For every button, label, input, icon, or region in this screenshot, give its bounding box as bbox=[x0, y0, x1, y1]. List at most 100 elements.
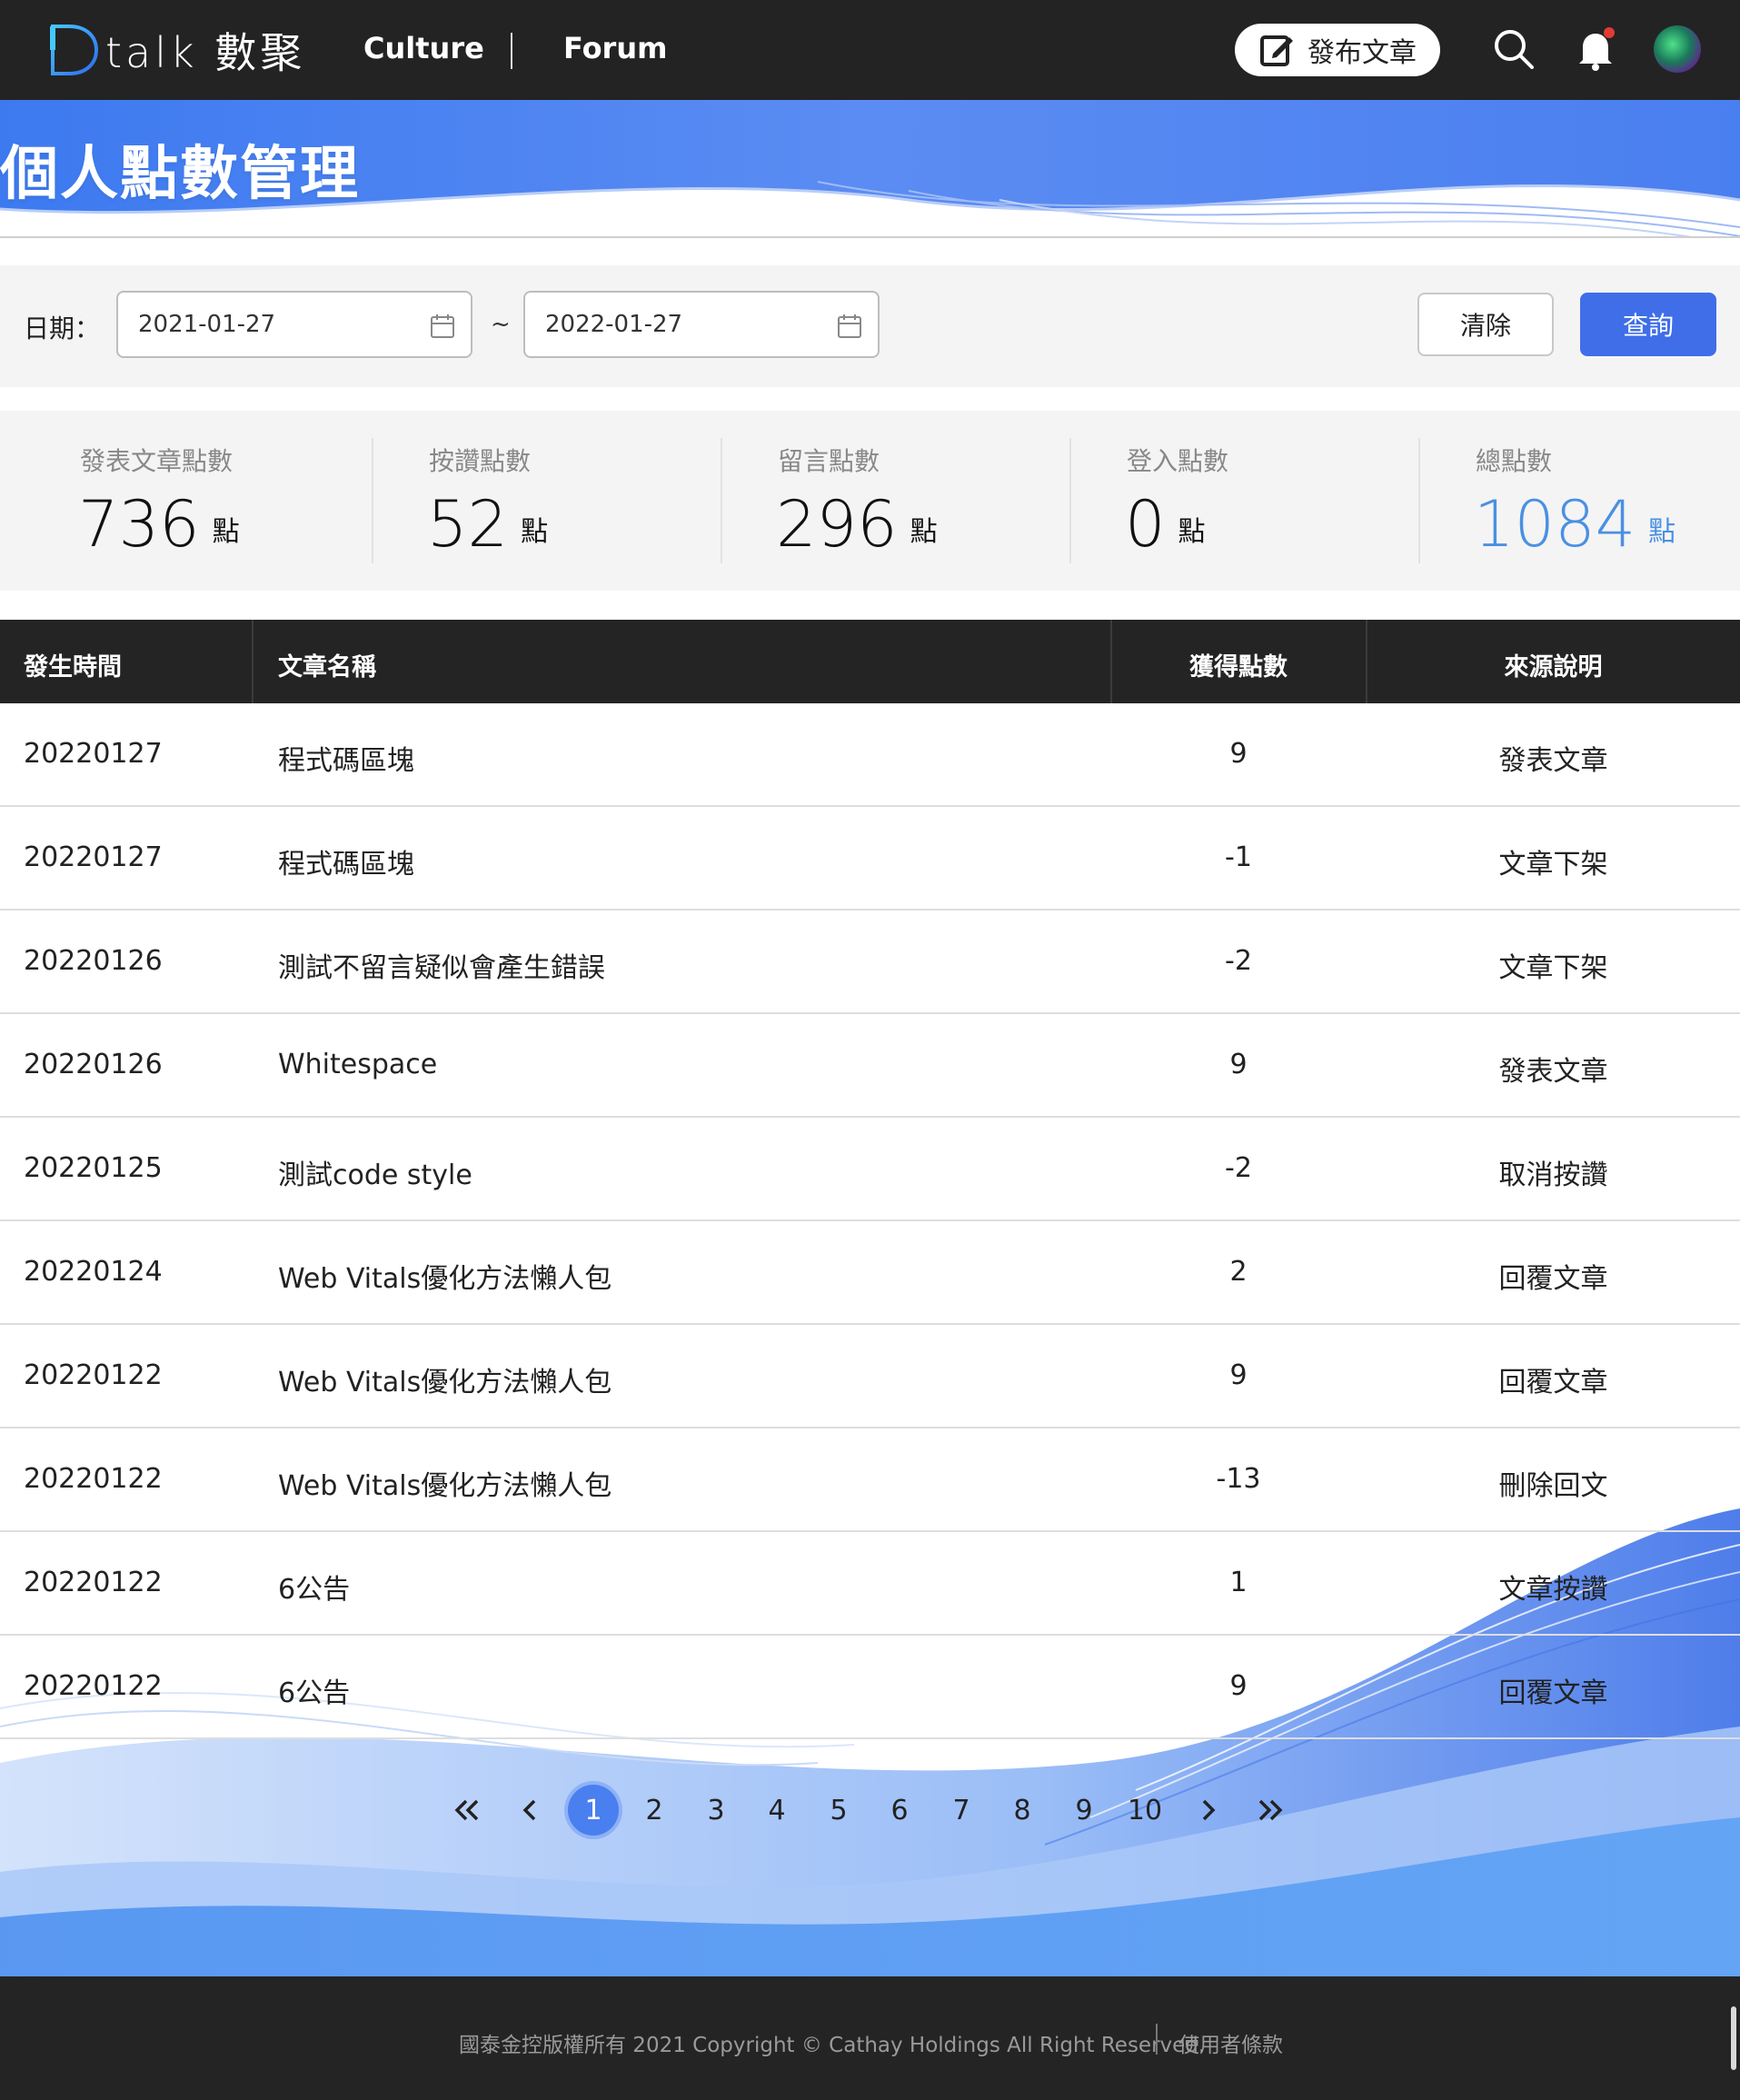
search-icon[interactable] bbox=[1490, 25, 1537, 73]
cell-source: 文章按讚 bbox=[1498, 1574, 1608, 1606]
stat-unit: 點 bbox=[212, 516, 240, 548]
table-row: 20220124 Web Vitals優化方法懶人包 2 回覆文章 bbox=[0, 1221, 1740, 1325]
stat-unit: 點 bbox=[1178, 516, 1206, 548]
logo-text: talk 數聚 bbox=[105, 28, 306, 77]
stat-label: 總點數 bbox=[1476, 446, 1553, 476]
cell-article-title[interactable]: Whitespace bbox=[278, 1049, 437, 1080]
table-row: 20220126 Whitespace 9 發表文章 bbox=[0, 1014, 1740, 1118]
header-divider bbox=[252, 620, 254, 703]
header-date: 發生時間 bbox=[24, 653, 122, 682]
cell-article-title[interactable]: 程式碼區塊 bbox=[278, 738, 414, 778]
cell-article-title[interactable]: 6公告 bbox=[278, 1567, 350, 1607]
cell-source: 回覆文章 bbox=[1498, 1263, 1608, 1295]
clear-button[interactable]: 清除 bbox=[1417, 293, 1554, 356]
page-button-10[interactable]: 10 bbox=[1119, 1785, 1170, 1836]
bell-icon[interactable] bbox=[1572, 25, 1619, 73]
query-button[interactable]: 查詢 bbox=[1580, 293, 1716, 356]
cell-date: 20220125 bbox=[24, 1152, 163, 1184]
page-button-3[interactable]: 3 bbox=[691, 1785, 741, 1836]
cell-points: 9 bbox=[1229, 1049, 1248, 1080]
stat-unit: 點 bbox=[910, 516, 938, 548]
next-page-button[interactable] bbox=[1182, 1785, 1233, 1836]
stat-like-points: 按讚點數 52 點 bbox=[349, 411, 698, 591]
nav-divider bbox=[511, 33, 512, 69]
page-button-2[interactable]: 2 bbox=[629, 1785, 680, 1836]
terms-of-use-link[interactable]: 使用者條款 bbox=[1178, 2027, 1283, 2058]
page-button-1[interactable]: 1 bbox=[568, 1785, 619, 1836]
stat-label: 登入點數 bbox=[1127, 446, 1229, 476]
page-button-7[interactable]: 7 bbox=[936, 1785, 987, 1836]
table-row: 20220127 程式碼區塊 -1 文章下架 bbox=[0, 807, 1740, 911]
talk-logo[interactable]: talk 數聚 bbox=[47, 20, 305, 80]
stat-total-points: 總點數 1084 點 bbox=[1396, 411, 1740, 591]
cell-points: -1 bbox=[1225, 841, 1252, 873]
cell-points: 9 bbox=[1229, 738, 1248, 770]
cell-article-title[interactable]: 測試code style bbox=[278, 1152, 472, 1192]
stat-value-wrap: 1084 點 bbox=[1474, 487, 1675, 562]
pagination: 1 2 3 4 5 6 7 8 9 10 bbox=[0, 1783, 1740, 1837]
cell-source: 發表文章 bbox=[1498, 1056, 1608, 1088]
page-button-8[interactable]: 8 bbox=[997, 1785, 1048, 1836]
previous-page-button[interactable] bbox=[505, 1785, 556, 1836]
post-article-button[interactable]: 發布文章 bbox=[1235, 24, 1440, 76]
calendar-icon[interactable] bbox=[836, 313, 863, 340]
header-source: 來源說明 bbox=[1504, 653, 1603, 682]
stat-value-wrap: 52 點 bbox=[427, 487, 548, 562]
cell-article-title[interactable]: 程式碼區塊 bbox=[278, 841, 414, 881]
user-avatar[interactable] bbox=[1654, 25, 1701, 73]
stat-unit: 點 bbox=[521, 516, 549, 548]
cell-source: 回覆文章 bbox=[1498, 1367, 1608, 1398]
calendar-icon[interactable] bbox=[429, 313, 456, 340]
cell-date: 20220122 bbox=[24, 1463, 163, 1495]
nav-culture-link[interactable]: Culture bbox=[363, 31, 484, 65]
cell-source: 回覆文章 bbox=[1498, 1677, 1608, 1709]
cell-date: 20220122 bbox=[24, 1670, 163, 1702]
date-filter-label: 日期： bbox=[24, 314, 101, 343]
cell-article-title[interactable]: 6公告 bbox=[278, 1670, 350, 1710]
cell-date: 20220126 bbox=[24, 1049, 163, 1080]
first-page-button[interactable] bbox=[442, 1785, 492, 1836]
cell-points: 2 bbox=[1229, 1256, 1248, 1288]
table-row: 20220122 Web Vitals優化方法懶人包 9 回覆文章 bbox=[0, 1325, 1740, 1428]
cell-source: 發表文章 bbox=[1498, 745, 1608, 777]
page-button-6[interactable]: 6 bbox=[874, 1785, 925, 1836]
table-header: 發生時間 文章名稱 獲得點數 來源說明 bbox=[0, 620, 1740, 703]
logo-d-icon bbox=[50, 25, 99, 75]
chevron-left-icon bbox=[522, 1799, 536, 1821]
end-date-input[interactable]: 2022-01-27 bbox=[523, 291, 880, 358]
date-filter-bar: 日期： 2021-01-27 ~ 2022-01-27 清除 查詢 bbox=[0, 265, 1740, 387]
stat-value: 296 bbox=[776, 487, 898, 562]
cell-article-title[interactable]: Web Vitals優化方法懶人包 bbox=[278, 1463, 611, 1503]
page-button-5[interactable]: 5 bbox=[813, 1785, 864, 1836]
cell-points: 9 bbox=[1229, 1670, 1248, 1702]
copyright-text: 國泰金控版權所有 2021 Copyright © Cathay Holding… bbox=[459, 2034, 1206, 2057]
stat-value-wrap: 0點 bbox=[1125, 487, 1206, 562]
start-date-value: 2021-01-27 bbox=[138, 311, 276, 338]
end-date-value: 2022-01-27 bbox=[545, 311, 683, 338]
cell-source: 刪除回文 bbox=[1498, 1470, 1608, 1502]
last-page-button[interactable] bbox=[1245, 1785, 1296, 1836]
cell-date: 20220122 bbox=[24, 1359, 163, 1391]
start-date-input[interactable]: 2021-01-27 bbox=[116, 291, 472, 358]
cell-source: 文章下架 bbox=[1498, 849, 1608, 881]
post-article-label: 發布文章 bbox=[1307, 37, 1417, 69]
page-button-4[interactable]: 4 bbox=[751, 1785, 802, 1836]
stat-label: 發表文章點數 bbox=[80, 446, 234, 476]
table-row: 20220126 測試不留言疑似會產生錯誤 -2 文章下架 bbox=[0, 911, 1740, 1014]
cell-date: 20220124 bbox=[24, 1256, 163, 1288]
cell-article-title[interactable]: Web Vitals優化方法懶人包 bbox=[278, 1359, 611, 1399]
stat-value: 736 bbox=[78, 487, 200, 562]
stat-value: 52 bbox=[427, 487, 509, 562]
cell-points: -13 bbox=[1216, 1463, 1261, 1495]
stat-value: 0 bbox=[1125, 487, 1166, 562]
nav-forum-link[interactable]: Forum bbox=[563, 31, 667, 65]
stat-value: 1084 bbox=[1474, 487, 1636, 562]
cell-article-title[interactable]: Web Vitals優化方法懶人包 bbox=[278, 1256, 611, 1296]
table-row: 20220122 Web Vitals優化方法懶人包 -13 刪除回文 bbox=[0, 1428, 1740, 1532]
scrollbar-thumb[interactable] bbox=[1731, 2006, 1736, 2070]
page-button-9[interactable]: 9 bbox=[1059, 1785, 1109, 1836]
header-title: 文章名稱 bbox=[278, 653, 376, 682]
stat-value-wrap: 296 點 bbox=[776, 487, 938, 562]
cell-article-title[interactable]: 測試不留言疑似會產生錯誤 bbox=[278, 945, 605, 985]
points-summary: 發表文章點數 736 點 按讚點數 52 點 留言點數 296 點 登入點數 0點 總… bbox=[0, 411, 1740, 591]
